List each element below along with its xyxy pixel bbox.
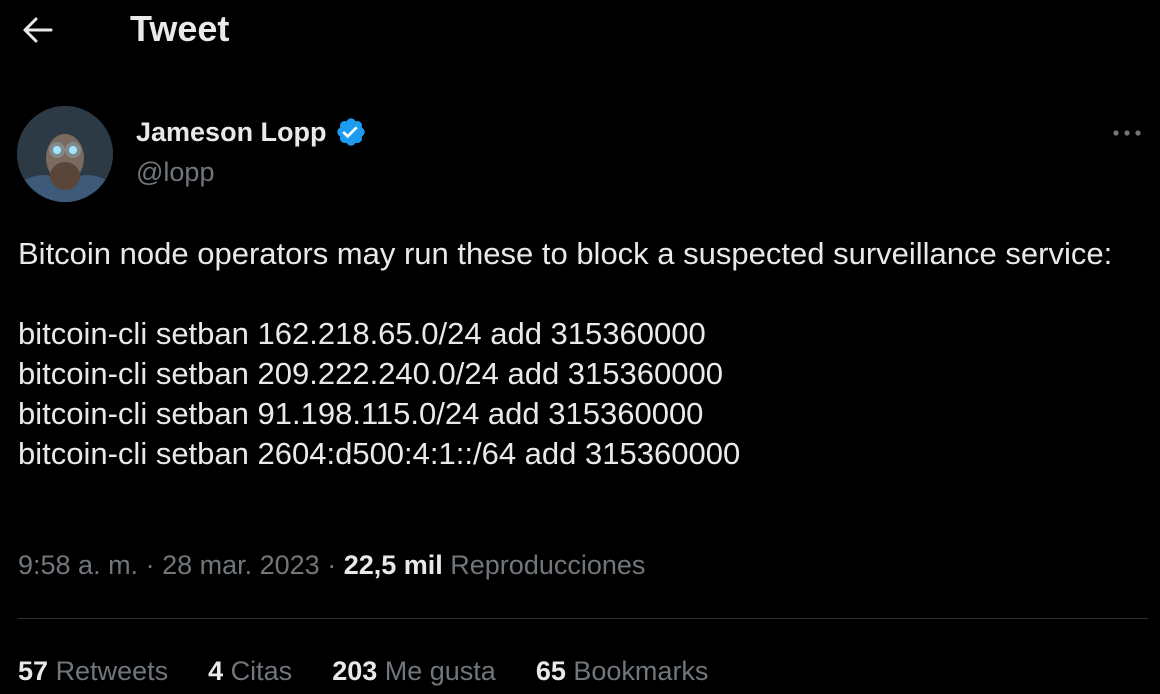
stat-count: 4 (208, 656, 224, 686)
divider (18, 618, 1148, 619)
meta-separator: · (138, 550, 163, 580)
tweet-metadata: 9:58 a. m. · 28 mar. 2023 · 22,5 mil Rep… (18, 547, 645, 583)
tweet-command-line: bitcoin-cli setban 209.222.240.0/24 add … (18, 356, 723, 391)
back-button[interactable] (14, 8, 62, 52)
more-horizontal-icon (1113, 130, 1141, 136)
top-bar: Tweet (0, 0, 1160, 62)
tweet-command-line: bitcoin-cli setban 91.198.115.0/24 add 3… (18, 396, 704, 431)
stat-label: Citas (230, 656, 293, 686)
views-count: 22,5 mil (343, 550, 443, 580)
retweets-stat[interactable]: 57 Retweets (18, 653, 168, 689)
avatar-image (17, 106, 113, 202)
tweet-command-line: bitcoin-cli setban 2604:d500:4:1::/64 ad… (18, 436, 741, 471)
stat-label: Bookmarks (573, 656, 709, 686)
avatar[interactable] (17, 106, 113, 202)
author-handle[interactable]: @lopp (136, 154, 214, 190)
engagement-stats: 57 Retweets 4 Citas 203 Me gusta 65 Book… (18, 653, 708, 689)
author-name-row: Jameson Lopp (136, 114, 367, 150)
page-title: Tweet (130, 8, 230, 49)
arrow-left-icon (23, 17, 53, 43)
tweet-intro: Bitcoin node operators may run these to … (18, 236, 1113, 271)
stat-count: 203 (332, 656, 378, 686)
tweet-command-line: bitcoin-cli setban 162.218.65.0/24 add 3… (18, 316, 706, 351)
more-options-button[interactable] (1107, 118, 1147, 148)
meta-separator: · (319, 550, 344, 580)
author-name[interactable]: Jameson Lopp (136, 114, 327, 150)
likes-stat[interactable]: 203 Me gusta (332, 653, 496, 689)
tweet-author: Jameson Lopp @lopp (17, 106, 1147, 206)
stat-label: Me gusta (384, 656, 496, 686)
views-label: Reproducciones (450, 550, 646, 580)
stat-count: 57 (18, 656, 49, 686)
tweet-date[interactable]: 28 mar. 2023 (162, 550, 320, 580)
quotes-stat[interactable]: 4 Citas (208, 653, 292, 689)
tweet-time[interactable]: 9:58 a. m. (18, 550, 138, 580)
bookmarks-stat[interactable]: 65 Bookmarks (536, 653, 709, 689)
stat-label: Retweets (55, 656, 169, 686)
tweet-body: Bitcoin node operators may run these to … (18, 234, 1143, 474)
stat-count: 65 (535, 656, 566, 686)
verified-badge-icon[interactable] (335, 116, 367, 148)
